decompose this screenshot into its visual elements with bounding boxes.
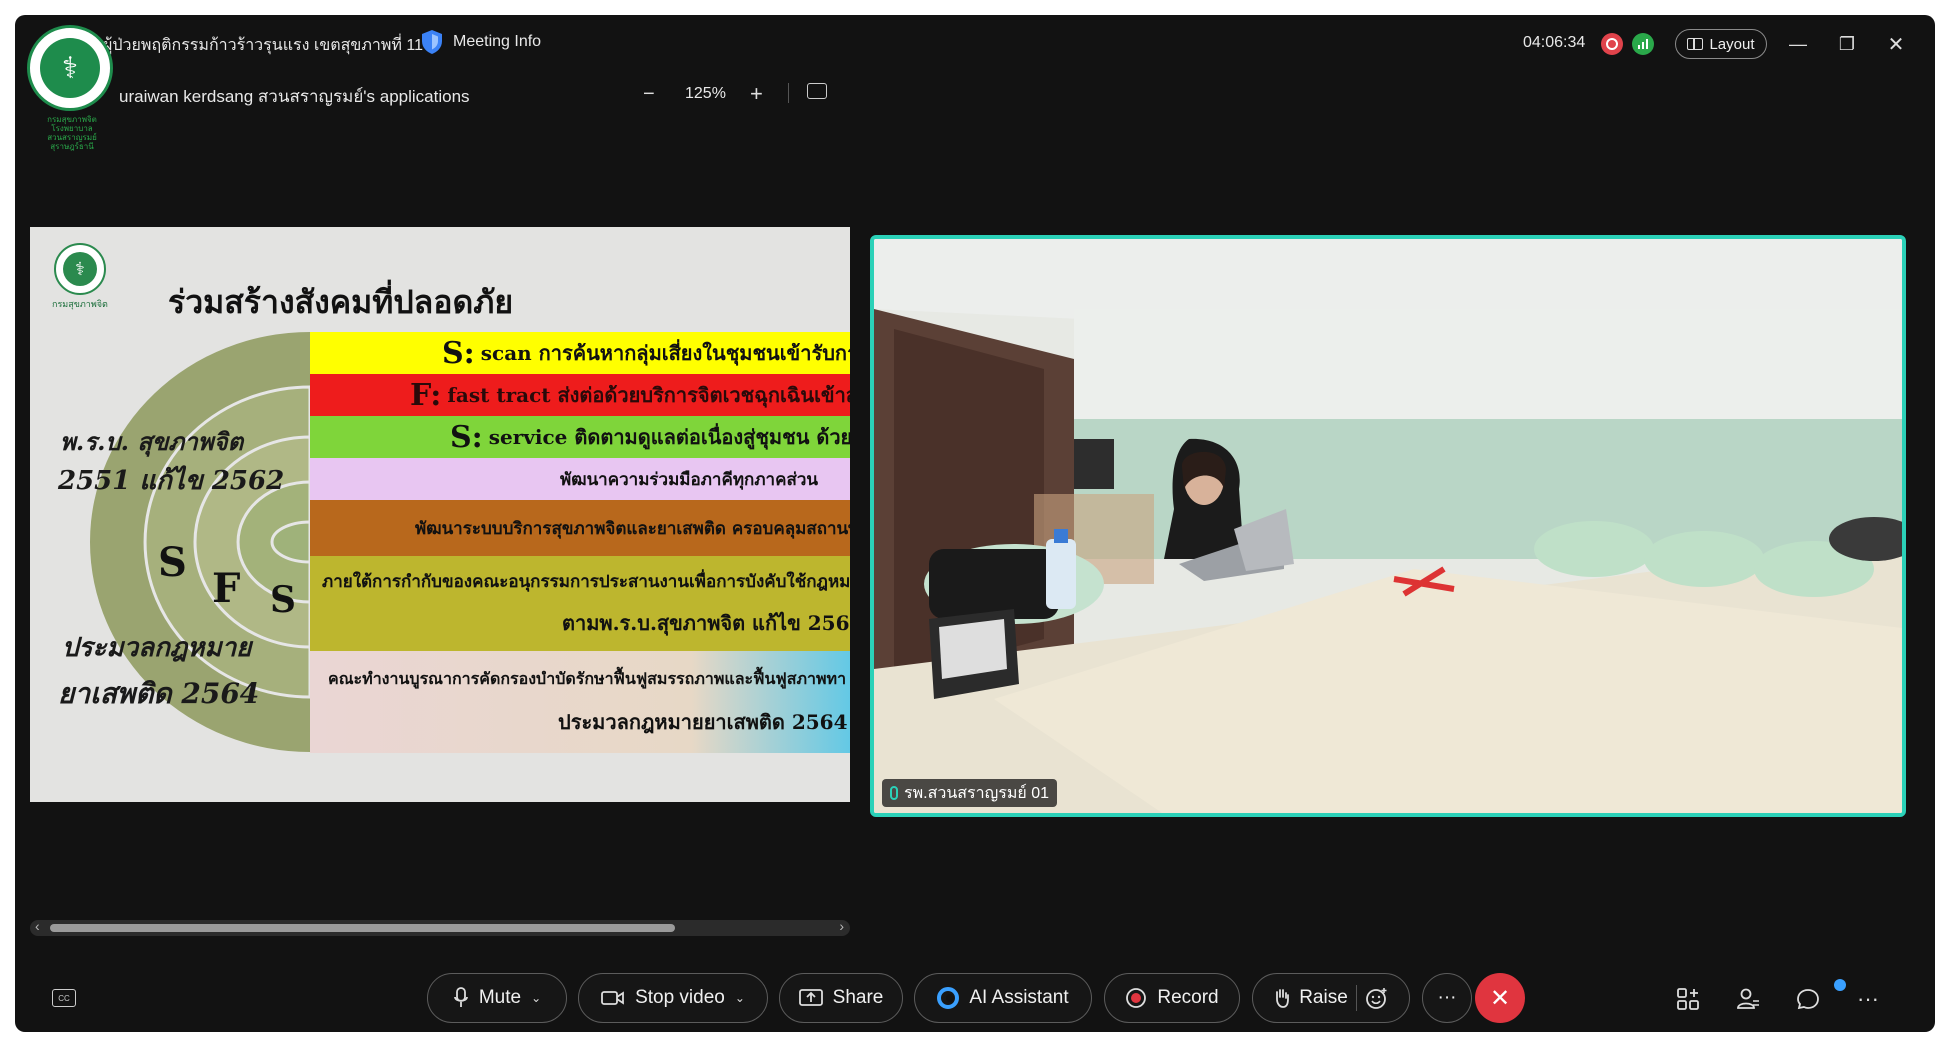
microphone-icon [453, 987, 469, 1009]
more-options-button[interactable]: ··· [1422, 973, 1472, 1023]
ministry-logo: ⚕ กรมสุขภาพจิต โรงพยาบาลสวนสราญรมย์ สุรา… [27, 25, 117, 151]
leave-meeting-button[interactable]: ✕ [1475, 973, 1525, 1023]
participant-video-tile[interactable]: รพ.สวนสราญรมย์ 01 [870, 235, 1906, 817]
participant-name: รพ.สวนสราญรมย์ 01 [904, 784, 1050, 802]
apps-icon[interactable] [1674, 985, 1702, 1013]
zoom-divider [788, 83, 789, 103]
mute-label: Mute [478, 987, 522, 1008]
slide-letter: F [212, 565, 241, 612]
record-label: Record [1157, 987, 1219, 1008]
meeting-title: ผู้ป่วยพฤติกรรมก้าวร้าวรุนแรง เขตสุขภาพท… [103, 37, 424, 54]
mute-button[interactable]: Mute ⌄ [427, 973, 567, 1023]
logo-caption: กรมสุขภาพจิต โรงพยาบาลสวนสราญรมย์ สุราษฎ… [47, 115, 97, 151]
slide-band: F: fast tract ส่งต่อด้วยบริการจิตเวชฉุกเ… [310, 374, 850, 416]
title-bar: ผู้ป่วยพฤติกรรมก้าวร้าวรุนแรง เขตสุขภาพท… [15, 15, 1935, 71]
stop-video-button[interactable]: Stop video ⌄ [578, 973, 768, 1023]
band-letter: S: [450, 419, 483, 455]
layout-label: Layout [1709, 35, 1755, 53]
share-button[interactable]: Share [779, 973, 903, 1023]
scroll-left-icon[interactable]: ‹ [35, 918, 40, 934]
divider [1355, 985, 1357, 1011]
band-letter: S: [442, 335, 475, 371]
slide-letter: S [158, 539, 187, 586]
close-button[interactable]: ✕ [1883, 31, 1909, 57]
band-text: ภายใต้การกำกับของคณะอนุกรรมการประสานงานเ… [322, 572, 850, 592]
zoom-out-button[interactable]: − [643, 83, 655, 106]
shared-content-label: uraiwan kerdsang สวนสราญรมย์'s applicati… [119, 87, 470, 106]
meeting-window: ผู้ป่วยพฤติกรรมก้าวร้าวรุนแรง เขตสุขภาพท… [15, 15, 1935, 1032]
layout-button[interactable]: Layout [1675, 29, 1767, 59]
zoom-in-button[interactable]: + [750, 81, 763, 107]
slide-logo-caption: กรมสุขภาพจิต [52, 299, 108, 309]
slide-band: ภายใต้การกำกับของคณะอนุกรรมการประสานงานเ… [310, 556, 850, 651]
shield-icon [422, 30, 442, 54]
raise-label: Raise [1299, 987, 1348, 1008]
record-button[interactable]: Record [1104, 973, 1240, 1023]
slide-band: พัฒนาระบบบริการสุขภาพจิตและยาเสพติด ครอบ… [310, 500, 850, 556]
band-text: scan การค้นหากลุ่มเสี่ยงในชุมชนเข้ารับกา… [480, 341, 850, 365]
overflow-menu-icon[interactable]: ··· [1854, 985, 1882, 1013]
ai-assistant-label: AI Assistant [969, 987, 1069, 1008]
stop-video-label: Stop video [635, 987, 725, 1008]
meeting-info-button[interactable]: Meeting Info [421, 29, 541, 55]
scroll-right-icon[interactable]: › [839, 918, 844, 934]
microphone-icon [890, 786, 898, 800]
shared-slide: ⚕ กรมสุขภาพจิต ร่วมสร้างสังคมที่ปลอดภัย … [30, 227, 850, 802]
closed-captions-button[interactable]: CC [52, 989, 76, 1007]
share-label: Share [832, 987, 884, 1008]
slide-left-text: พ.ร.บ. สุขภาพจิต [60, 427, 244, 456]
chevron-down-icon[interactable]: ⌄ [735, 991, 745, 1005]
restore-button[interactable]: ❐ [1834, 31, 1860, 57]
close-icon: ✕ [1489, 984, 1511, 1012]
reactions-icon[interactable] [1365, 986, 1389, 1010]
meeting-info-label: Meeting Info [453, 33, 542, 50]
slide-left-text: ประมวลกฎหมาย [62, 633, 252, 663]
meeting-timer: 04:06:34 [1523, 34, 1586, 51]
slide-title: ร่วมสร้างสังคมที่ปลอดภัย [168, 283, 514, 321]
hand-icon [1273, 987, 1291, 1009]
slide-letter: S [270, 579, 296, 621]
share-screen-icon [798, 989, 823, 1007]
participants-icon[interactable] [1734, 985, 1762, 1013]
slide-band: คณะทำงานบูรณาการคัดกรองบำบัดรักษาฟื้นฟูส… [310, 651, 850, 753]
participant-name-tag: รพ.สวนสราญรมย์ 01 [882, 779, 1058, 807]
scrollbar-thumb[interactable] [50, 924, 675, 932]
ai-assistant-button[interactable]: AI Assistant [914, 973, 1092, 1023]
band-text: พัฒนาความร่วมมือภาคีทุกภาคส่วน [560, 469, 818, 490]
band-text: fast tract ส่งต่อด้วยบริการจิตเวชฉุกเฉิน… [447, 383, 850, 407]
ai-assistant-icon [937, 987, 960, 1009]
network-signal-icon[interactable] [1632, 33, 1654, 55]
logo-seal-icon: ⚕ [27, 25, 113, 111]
band-text: service ติดตามดูแลต่อเนื่องสู่ชุมชน ด้วย… [488, 425, 850, 449]
zoom-level[interactable]: 125% [685, 85, 726, 103]
layout-icon [1687, 38, 1704, 50]
band-text-2: ประมวลกฎหมายยาเสพติด 2564 [558, 709, 848, 734]
chevron-down-icon[interactable]: ⌄ [531, 991, 541, 1005]
band-letter: F: [410, 377, 442, 413]
slide-band: S: scan การค้นหากลุ่มเสี่ยงในชุมชนเข้ารั… [310, 332, 850, 374]
camera-icon [601, 989, 625, 1007]
slide-band: S: service ติดตามดูแลต่อเนื่องสู่ชุมชน ด… [310, 416, 850, 458]
record-icon [1125, 987, 1147, 1009]
horizontal-scrollbar[interactable]: ‹ › [30, 918, 850, 936]
slide-band: พัฒนาความร่วมมือภาคีทุกภาคส่วน [310, 458, 850, 500]
raise-hand-button[interactable]: Raise [1252, 973, 1410, 1023]
recording-indicator-icon [1601, 33, 1623, 55]
slide-left-text: 2551 แก้ไข 2562 [58, 466, 285, 496]
minimize-button[interactable]: — [1785, 31, 1811, 57]
pop-out-share-icon[interactable] [807, 83, 827, 99]
band-text: พัฒนาระบบบริการสุขภาพจิตและยาเสพติด ครอบ… [415, 518, 850, 539]
band-text-2: ตามพ.ร.บ.สุขภาพจิต แก้ไข 2562 [562, 611, 850, 635]
video-frame [874, 239, 1902, 813]
slide-left-text: ยาเสพติด 2564 [58, 677, 260, 710]
notification-badge [1834, 979, 1846, 991]
band-text: คณะทำงานบูรณาการคัดกรองบำบัดรักษาฟื้นฟูส… [328, 668, 847, 688]
slide-logo-icon: ⚕ [54, 243, 106, 295]
chat-icon[interactable] [1794, 985, 1822, 1013]
more-icon: ··· [1437, 987, 1457, 1008]
